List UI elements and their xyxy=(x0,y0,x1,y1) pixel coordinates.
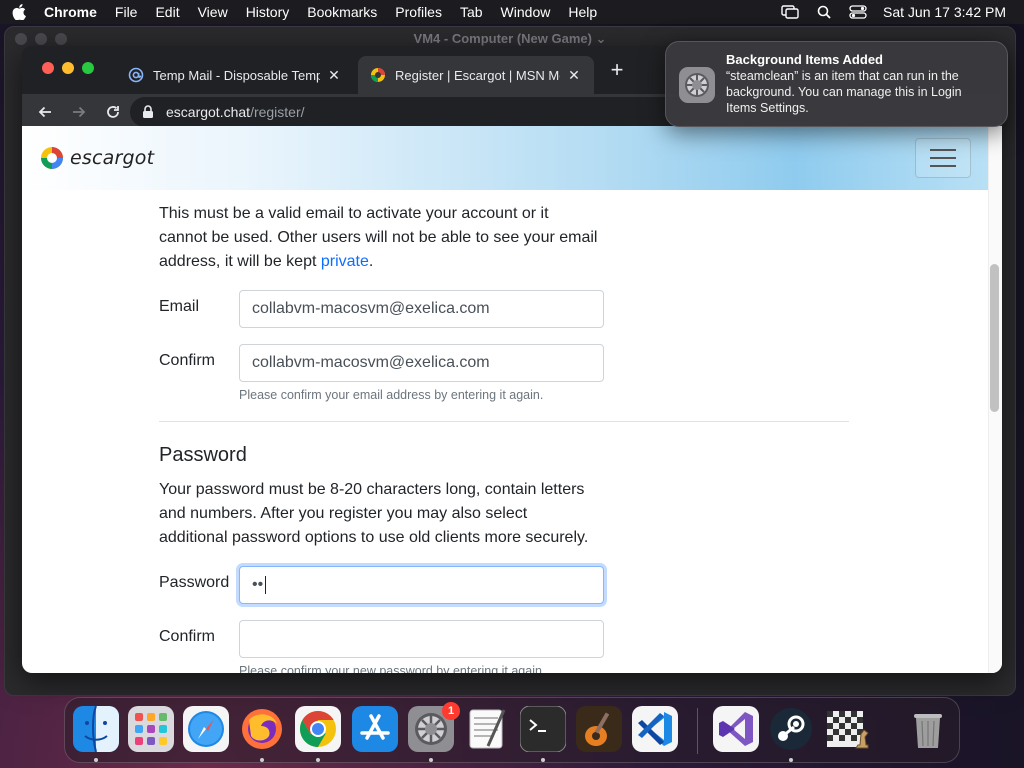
reload-icon xyxy=(107,106,119,118)
menu-edit[interactable]: Edit xyxy=(155,4,179,20)
chess-icon[interactable] xyxy=(824,706,870,752)
email-field[interactable]: collabvm-macosvm@exelica.com xyxy=(239,290,604,328)
reload-button[interactable] xyxy=(98,97,128,127)
new-tab-button[interactable]: + xyxy=(606,59,628,82)
forward-arrow-icon xyxy=(73,106,86,118)
escargot-logo[interactable]: escargot xyxy=(40,144,154,172)
dock: 1 xyxy=(64,697,960,763)
password-section-title: Password xyxy=(159,444,247,466)
address-bar[interactable]: escargot.chat/register/ xyxy=(130,97,690,127)
site-header: escargot xyxy=(22,126,988,190)
terminal-icon[interactable] xyxy=(519,705,567,753)
menu-bar: Chrome File Edit View History Bookmarks … xyxy=(0,0,1024,24)
vscode-icon[interactable] xyxy=(632,706,678,752)
password-intro-text: Your password must be 8-20 characters lo… xyxy=(159,481,589,546)
tab-title: Temp Mail - Disposable Tempor xyxy=(153,67,320,83)
menu-app-name[interactable]: Chrome xyxy=(44,4,97,20)
section-divider xyxy=(159,421,849,422)
settings-notification-badge: 1 xyxy=(442,702,460,720)
garageband-icon[interactable] xyxy=(576,706,622,752)
dock-separator xyxy=(697,708,698,754)
menu-tab[interactable]: Tab xyxy=(460,4,483,20)
email-intro-body: This must be a valid email to activate y… xyxy=(159,205,598,270)
menu-clock[interactable]: Sat Jun 17 3:42 PM xyxy=(883,4,1006,20)
firefox-running-indicator xyxy=(260,758,264,762)
confirm-password-label: Confirm xyxy=(159,628,216,645)
tab-escargot-register[interactable]: Register | Escargot | MSN Mess ✕ xyxy=(358,56,594,94)
text-caret xyxy=(265,576,267,594)
email-intro-text: This must be a valid email to activate y… xyxy=(159,202,599,274)
app-store-icon[interactable] xyxy=(352,706,398,752)
menu-bookmarks[interactable]: Bookmarks xyxy=(307,4,377,20)
confirm-email-label: Confirm xyxy=(159,352,216,369)
apple-menu-icon[interactable] xyxy=(12,4,26,20)
steam-running-indicator xyxy=(789,758,793,762)
menu-file[interactable]: File xyxy=(115,4,138,20)
zoom-window-button[interactable] xyxy=(82,62,94,74)
chrome-icon[interactable] xyxy=(295,706,341,752)
minimize-window-button[interactable] xyxy=(62,62,74,74)
page-scrollbar-thumb[interactable] xyxy=(990,264,999,412)
confirm-password-field[interactable] xyxy=(239,620,604,658)
textedit-icon[interactable] xyxy=(464,706,510,752)
background-items-notification[interactable]: Background Items Added “steamclean” is a… xyxy=(665,41,1008,127)
tab-title: Register | Escargot | MSN Mess xyxy=(395,67,560,83)
web-page: escargot This must be a valid email to a… xyxy=(22,126,1002,673)
logo-text: escargot xyxy=(70,147,155,169)
menu-toggle-button[interactable] xyxy=(915,138,971,178)
steam-icon[interactable] xyxy=(768,706,814,752)
confirm-email-field[interactable]: collabvm-macosvm@exelica.com xyxy=(239,344,604,382)
spotlight-search-icon[interactable] xyxy=(815,4,833,20)
settings-running-indicator xyxy=(429,758,433,762)
notification-title: Background Items Added xyxy=(726,52,883,67)
email-intro-end: . xyxy=(368,253,374,270)
window-controls xyxy=(42,62,94,74)
finder-icon[interactable] xyxy=(73,705,119,753)
confirm-password-help: Please confirm your new password by ente… xyxy=(239,664,546,673)
email-label: Email xyxy=(159,298,200,315)
menu-view[interactable]: View xyxy=(198,4,228,20)
forward-button[interactable] xyxy=(64,97,94,127)
close-window-button[interactable] xyxy=(42,62,54,74)
url-path: /register/ xyxy=(250,104,305,120)
menu-profiles[interactable]: Profiles xyxy=(395,4,442,20)
password-value: •• xyxy=(252,576,264,593)
menu-history[interactable]: History xyxy=(246,4,290,20)
control-center-icon[interactable] xyxy=(849,4,867,20)
password-label: Password xyxy=(159,574,230,591)
screen-mirroring-icon[interactable] xyxy=(781,4,799,20)
escargot-icon xyxy=(370,67,386,83)
menu-window[interactable]: Window xyxy=(501,4,551,20)
launchpad-icon[interactable] xyxy=(128,706,174,752)
at-sign-icon xyxy=(128,67,144,83)
tab-temp-mail[interactable]: Temp Mail - Disposable Tempor ✕ xyxy=(116,56,354,94)
close-tab-icon[interactable]: ✕ xyxy=(566,67,582,83)
notification-body: “steamclean” is an item that can run in … xyxy=(726,69,962,115)
password-field[interactable]: •• xyxy=(239,566,604,604)
menu-help[interactable]: Help xyxy=(568,4,597,20)
escargot-logo-icon xyxy=(41,147,63,169)
gear-icon xyxy=(679,67,715,103)
finder-running-indicator xyxy=(94,758,98,762)
trash-icon[interactable] xyxy=(905,706,951,752)
back-arrow-icon xyxy=(38,106,51,118)
confirm-email-help: Please confirm your email address by ent… xyxy=(239,388,544,402)
close-tab-icon[interactable]: ✕ xyxy=(326,67,342,83)
url-host: escargot.chat xyxy=(166,104,251,120)
chrome-window: Temp Mail - Disposable Tempor ✕ Register… xyxy=(22,46,1002,673)
chrome-running-indicator xyxy=(316,758,320,762)
back-button[interactable] xyxy=(30,97,60,127)
terminal-running-indicator xyxy=(541,758,545,762)
lock-icon[interactable] xyxy=(142,105,156,119)
private-link[interactable]: private xyxy=(321,253,369,270)
visual-studio-icon[interactable] xyxy=(713,706,759,752)
safari-icon[interactable] xyxy=(183,706,229,752)
firefox-icon[interactable] xyxy=(239,706,285,752)
